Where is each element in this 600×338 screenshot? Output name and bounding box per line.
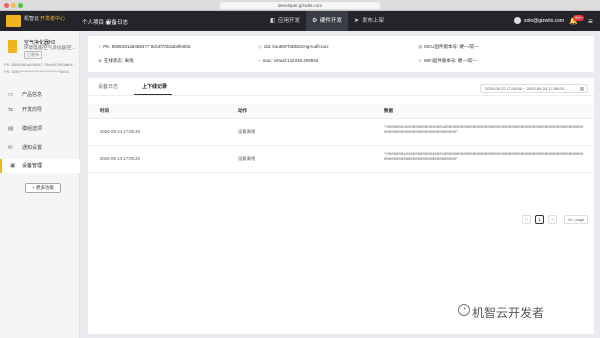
page-size-select[interactable]: 20 / page: [564, 215, 588, 224]
key-icon: ⚷: [98, 44, 102, 49]
watermark: ◔ 机智云开发者: [458, 304, 544, 321]
url-text: developer.gizwits.com: [277, 3, 323, 8]
maximize-window-button[interactable]: [18, 3, 23, 8]
logo: [6, 15, 21, 27]
logo-text: 机智云: [24, 16, 40, 22]
row-data: "000000032200000000040001000000000000000…: [384, 153, 584, 162]
product-icon: [8, 40, 17, 53]
mac-icon: ⌁: [258, 58, 261, 63]
device-log-link[interactable]: 设备日志: [106, 18, 128, 26]
tab-device-log[interactable]: 设备日志: [98, 83, 118, 90]
publish-icon: ➤: [354, 18, 360, 24]
prev-page-button[interactable]: <: [522, 215, 531, 224]
avatar[interactable]: [514, 17, 521, 24]
row-data: "000000032200000000040001000000000000000…: [384, 126, 584, 135]
log-panel: 设备日志 上下线记录 2020-09-22 17:08:00 ~ 2020-09…: [88, 78, 594, 334]
wechat-icon: ◔: [458, 304, 470, 316]
tab-app-dev[interactable]: ◧ 应用开发: [264, 11, 306, 31]
main-content: ⚷ PK: 8508481a8468477 9cb4f70b3ab0fe80a ◎…: [88, 36, 594, 334]
device-pk: ⚷ PK: 8508481a8468477 9cb4f70b3ab0fe80a: [98, 44, 191, 49]
guide-icon: ⇆: [8, 107, 13, 113]
tab-online-offline-records[interactable]: 上下线记录: [142, 83, 167, 90]
logo-subtitle: 开发者中心: [40, 16, 66, 22]
info-icon: ▭: [8, 92, 14, 98]
wifi-firmware: ≋ WiFi固件版本号: 硬—/软—: [418, 58, 478, 63]
sidebar-item-device-manage[interactable]: ▣ 设备管理: [0, 159, 80, 173]
product-status-tag: 已发布: [24, 51, 42, 59]
device-icon: ▣: [10, 163, 16, 169]
online-status: ◉ 在线状态: 离线: [98, 58, 134, 63]
device-info-card: ⚷ PK: 8508481a8468477 9cb4f70b3ab0fe80a ◎…: [88, 36, 594, 72]
table-header: 时间 动作 数据: [88, 104, 594, 119]
notify-icon: ✉: [8, 145, 13, 151]
browser-toolbar: developer.gizwits.com: [0, 0, 600, 11]
sidebar-item-module[interactable]: ▤ 模组选项: [0, 122, 80, 136]
product-key: PK: 8508481a846847 79cb4f70b3ab0f...: [4, 62, 76, 67]
sidebar-item-product-info[interactable]: ▭ 产品信息: [0, 88, 80, 102]
product-secret: PS: 64f6**************************6e0a: [4, 69, 69, 74]
user-email[interactable]: sole@gizwits.com: [524, 18, 564, 24]
mcu-firmware: ▦ MCU固件版本号: 硬—/软—: [418, 44, 479, 49]
date-range-picker[interactable]: 2020-09-22 17:08:00 ~ 2020-09-24 17:08:0…: [480, 84, 588, 93]
chip-icon: ▦: [418, 44, 423, 49]
tabs-divider: [88, 95, 594, 96]
id-icon: ◎: [258, 44, 262, 49]
table-row: 2020-09-24 17:06:49 设备离线 "00000003220000…: [88, 119, 594, 146]
hardware-icon: ⚙: [312, 18, 318, 24]
menu-icon[interactable]: ≡: [588, 17, 593, 26]
device-mac: ⌁ mac: virtual:142335:409940: [258, 58, 319, 63]
minimize-window-button[interactable]: [11, 3, 16, 8]
close-window-button[interactable]: [4, 3, 9, 8]
column-action: 动作: [238, 108, 247, 113]
table-row: 2020-09-24 17:06:25 设备离线 "00000003220000…: [88, 146, 594, 173]
row-action: 设备离线: [238, 156, 256, 161]
sidebar: 空气净化器H2 环境电器/空气净化器/空... 已发布 PK: 8508481a…: [0, 31, 80, 338]
status-icon: ◉: [98, 58, 102, 63]
wifi-icon: ≋: [418, 58, 422, 63]
column-time: 时间: [100, 108, 109, 113]
app-icon: ◧: [270, 18, 276, 24]
tab-hardware-dev[interactable]: ⚙ 硬件开发: [306, 11, 349, 31]
next-page-button[interactable]: >: [548, 215, 557, 224]
notification-badge: 99+: [573, 15, 584, 21]
address-bar[interactable]: developer.gizwits.com: [220, 2, 380, 9]
module-icon: ▤: [8, 126, 14, 132]
sidebar-item-dev-guide[interactable]: ⇆ 开发向导: [0, 103, 80, 117]
add-feature-button[interactable]: + 更多功能: [25, 183, 61, 193]
page-1-button[interactable]: 1: [535, 215, 544, 224]
device-did: ◎ did: k4u8SFhtDBS2HgAodfccwJ: [258, 44, 329, 49]
tab-publish[interactable]: ➤ 发布上架: [348, 11, 390, 31]
row-action: 设备离线: [238, 129, 256, 134]
sidebar-item-notify[interactable]: ✉ 通知设置: [0, 141, 80, 155]
row-time: 2020-09-24 17:06:49: [100, 129, 140, 134]
row-time: 2020-09-24 17:06:25: [100, 156, 140, 161]
top-nav: 机智云 开发者中心 个人项目 ◉ 设备日志 ◧ 应用开发 ⚙ 硬件开发 ➤ 发布上架 …: [0, 11, 600, 31]
calendar-icon: ▦: [579, 86, 584, 91]
column-data: 数据: [384, 108, 393, 113]
